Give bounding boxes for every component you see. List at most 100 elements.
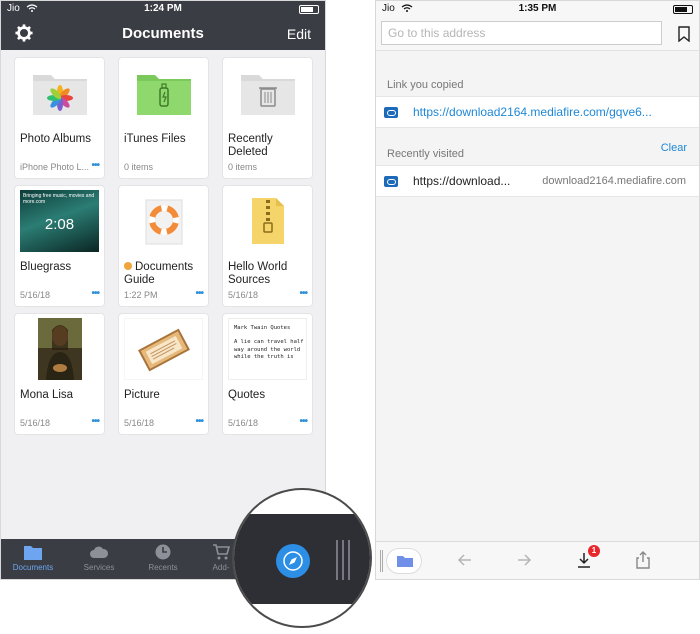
item-photo-albums[interactable]: Photo Albums iPhone Photo L... ••• bbox=[15, 58, 104, 178]
item-name: Photo Albums bbox=[20, 133, 91, 145]
video-thumbnail: Bringing free music, movies and more.com… bbox=[15, 186, 104, 256]
status-bar: Jio 1:24 PM bbox=[1, 1, 325, 17]
item-name: iTunes Files bbox=[124, 133, 186, 145]
lifebuoy-icon bbox=[145, 199, 182, 245]
item-meta: 0 items bbox=[124, 162, 154, 172]
video-caption: Bringing free music, movies and more.com bbox=[23, 193, 95, 205]
folder-icon bbox=[24, 546, 42, 560]
text-preview: Mark Twain Quotes A lie can travel half … bbox=[228, 318, 307, 380]
address-bar bbox=[376, 17, 699, 51]
item-meta: 5/16/18 bbox=[228, 418, 259, 428]
folder-thumbnail bbox=[223, 58, 312, 128]
recent-item-row[interactable]: https://download... download2164.mediafi… bbox=[376, 165, 699, 197]
image-thumbnail bbox=[15, 314, 104, 384]
nav-bar: Documents Edit bbox=[1, 17, 325, 50]
item-name: Bluegrass bbox=[20, 261, 72, 273]
clear-button[interactable]: Clear bbox=[661, 142, 687, 154]
item-meta: 0 items bbox=[228, 162, 258, 172]
battery-icon bbox=[299, 5, 319, 14]
tab-label: Documents bbox=[12, 563, 54, 572]
item-name: Mona Lisa bbox=[20, 389, 74, 401]
more-icon[interactable]: ••• bbox=[195, 288, 203, 299]
tab-services[interactable]: Services bbox=[67, 543, 131, 572]
picture-frame-icon bbox=[124, 318, 203, 380]
video-duration: 2:08 bbox=[44, 216, 75, 233]
item-name: Recently Deleted bbox=[228, 133, 273, 158]
painting-icon bbox=[37, 318, 82, 380]
item-picture[interactable]: Picture 5/16/18 ••• bbox=[119, 314, 208, 434]
copied-section-header: Link you copied bbox=[387, 79, 464, 91]
download-count-badge: 1 bbox=[588, 545, 600, 557]
photos-folder-icon bbox=[32, 75, 87, 115]
item-meta: 5/16/18 bbox=[20, 418, 51, 428]
item-meta: 1:22 PM bbox=[124, 290, 158, 300]
tab-documents[interactable]: Documents bbox=[1, 543, 65, 572]
more-icon[interactable]: ••• bbox=[299, 416, 307, 427]
edit-button[interactable]: Edit bbox=[287, 26, 311, 42]
documents-button[interactable] bbox=[386, 548, 422, 574]
item-meta: 5/16/18 bbox=[20, 290, 51, 300]
item-name: Documents Guide bbox=[124, 261, 206, 287]
share-icon[interactable] bbox=[634, 551, 652, 569]
forward-arrow-icon[interactable] bbox=[515, 551, 533, 569]
recent-section-header: Recently visited bbox=[387, 148, 465, 160]
item-recently-deleted[interactable]: Recently Deleted 0 items bbox=[223, 58, 312, 178]
cart-icon bbox=[213, 544, 231, 560]
browser-screen: Jio 1:35 PM Link you copied https://down… bbox=[375, 0, 700, 580]
mediafire-icon bbox=[384, 107, 398, 118]
item-name: Hello World Sources bbox=[228, 261, 288, 286]
more-icon[interactable]: ••• bbox=[299, 288, 307, 299]
address-input[interactable] bbox=[381, 21, 662, 45]
drag-handle[interactable] bbox=[336, 540, 338, 580]
drag-handle[interactable] bbox=[348, 540, 350, 580]
clock: 1:24 PM bbox=[144, 3, 182, 14]
folder-thumbnail bbox=[119, 58, 208, 128]
drag-handle[interactable] bbox=[342, 540, 344, 580]
file-thumbnail bbox=[119, 186, 208, 256]
browser-button[interactable] bbox=[276, 544, 310, 578]
image-thumbnail bbox=[119, 314, 208, 384]
tab-label: Services bbox=[83, 563, 115, 572]
file-thumbnail bbox=[223, 186, 312, 256]
drag-handle[interactable] bbox=[380, 550, 383, 572]
mediafire-icon bbox=[384, 176, 398, 187]
recent-item-title: https://download... bbox=[413, 174, 511, 188]
item-documents-guide[interactable]: Documents Guide 1:22 PM ••• bbox=[119, 186, 208, 306]
text-thumbnail: Mark Twain Quotes A lie can travel half … bbox=[223, 314, 312, 384]
item-quotes[interactable]: Mark Twain Quotes A lie can travel half … bbox=[223, 314, 312, 434]
item-name: Picture bbox=[124, 389, 160, 401]
tab-label: Add- bbox=[212, 563, 230, 572]
tab-label: Recents bbox=[148, 563, 178, 572]
item-mona-lisa[interactable]: Mona Lisa 5/16/18 ••• bbox=[15, 314, 104, 434]
cloud-icon bbox=[90, 546, 109, 558]
more-icon[interactable]: ••• bbox=[195, 416, 203, 427]
more-icon[interactable]: ••• bbox=[91, 160, 99, 171]
more-icon[interactable]: ••• bbox=[91, 288, 99, 299]
copied-link[interactable]: https://download2164.mediafire.com/gqve6… bbox=[413, 105, 652, 119]
compass-icon bbox=[283, 551, 303, 571]
copied-link-row[interactable]: https://download2164.mediafire.com/gqve6… bbox=[376, 96, 699, 128]
clock: 1:35 PM bbox=[518, 3, 557, 14]
item-itunes-files[interactable]: iTunes Files 0 items bbox=[119, 58, 208, 178]
item-bluegrass[interactable]: Bringing free music, movies and more.com… bbox=[15, 186, 104, 306]
back-arrow-icon[interactable] bbox=[456, 551, 474, 569]
bookmark-icon[interactable] bbox=[678, 26, 690, 42]
recent-item-domain: download2164.mediafire.com bbox=[542, 175, 686, 187]
tab-recents[interactable]: Recents bbox=[131, 543, 195, 572]
item-hello-world-sources[interactable]: Hello World Sources 5/16/18 ••• bbox=[223, 186, 312, 306]
item-meta: 5/16/18 bbox=[124, 418, 155, 428]
unread-dot bbox=[124, 262, 132, 270]
item-meta: 5/16/18 bbox=[228, 290, 259, 300]
browser-toolbar bbox=[376, 541, 699, 579]
item-name: Quotes bbox=[228, 389, 266, 401]
preview-title: Mark Twain Quotes bbox=[234, 325, 291, 331]
status-bar: Jio 1:35 PM bbox=[376, 1, 699, 17]
zoom-callout bbox=[232, 488, 372, 628]
trash-folder-icon bbox=[240, 75, 295, 115]
clock-icon bbox=[155, 544, 171, 560]
folder-icon bbox=[397, 556, 413, 567]
item-meta: iPhone Photo L... bbox=[20, 162, 90, 172]
battery-icon bbox=[673, 5, 693, 14]
more-icon[interactable]: ••• bbox=[91, 416, 99, 427]
zip-file-icon bbox=[251, 198, 284, 244]
